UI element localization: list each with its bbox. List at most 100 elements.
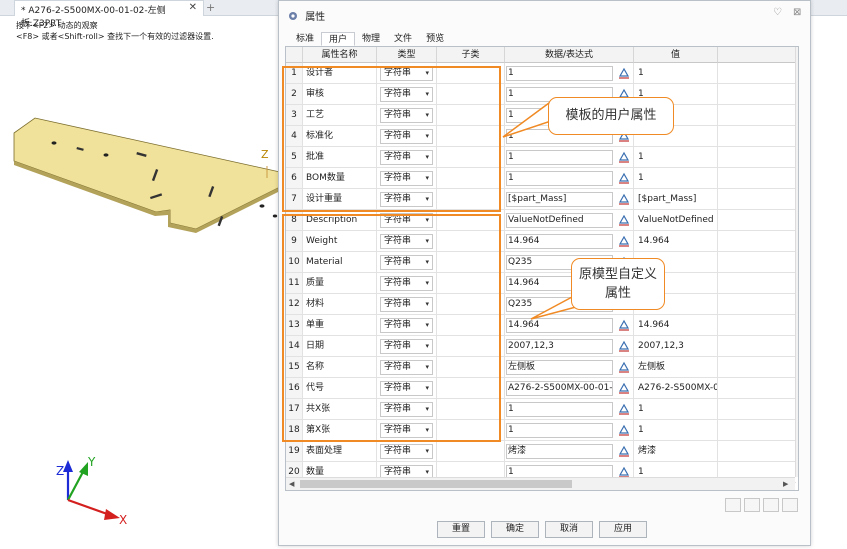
expression-cell: 1 — [505, 399, 634, 420]
value-text: 1 — [638, 467, 644, 477]
value-text: 14.964 — [638, 320, 670, 330]
row-filler — [718, 147, 796, 168]
row-filler — [718, 378, 796, 399]
value-cell: 1 — [634, 399, 718, 420]
value-cell: 1 — [634, 63, 718, 84]
row-filler — [718, 315, 796, 336]
row-filler — [718, 441, 796, 462]
header-name[interactable]: 属性名称 — [303, 47, 377, 63]
expression-edit-icon[interactable] — [618, 445, 630, 457]
close-icon[interactable]: ⊠ — [793, 7, 801, 18]
row-filler — [718, 420, 796, 441]
row-filler — [718, 189, 796, 210]
property-name-cell[interactable]: 表面处理 — [303, 441, 377, 462]
reset-button[interactable]: 重置 — [437, 521, 485, 538]
ok-button[interactable]: 确定 — [491, 521, 539, 538]
expression-input[interactable]: A276-2-S500MX-00-01-02 — [506, 381, 613, 396]
expression-input[interactable]: 14.964 — [506, 234, 613, 249]
export-excel-icon[interactable] — [782, 498, 798, 512]
header-type[interactable]: 类型 — [377, 47, 437, 63]
expression-cell: 左侧板 — [505, 357, 634, 378]
help-icon[interactable]: ♡ — [773, 7, 782, 18]
cancel-button[interactable]: 取消 — [545, 521, 593, 538]
expression-input[interactable]: 2007,12,3 — [506, 339, 613, 354]
expression-edit-icon[interactable] — [618, 319, 630, 331]
expression-edit-icon[interactable] — [618, 235, 630, 247]
save-folder-icon[interactable] — [763, 498, 779, 512]
expression-edit-icon[interactable] — [618, 403, 630, 415]
expression-edit-icon[interactable] — [618, 193, 630, 205]
value-text: 14.964 — [638, 236, 670, 246]
expression-input[interactable]: [$part_Mass] — [506, 192, 613, 207]
row-filler — [718, 294, 796, 315]
chevron-down-icon: ▾ — [425, 447, 429, 455]
expression-cell: 烤漆 — [505, 441, 634, 462]
horizontal-scrollbar[interactable]: ◀ ▶ — [286, 477, 795, 490]
value-text: ValueNotDefined — [638, 215, 714, 225]
expression-input[interactable]: 1 — [506, 150, 613, 165]
axis-y-label: Y — [88, 455, 96, 469]
close-icon[interactable]: ✕ — [189, 2, 197, 13]
subtype-cell[interactable] — [437, 441, 505, 462]
expression-edit-icon[interactable] — [618, 424, 630, 436]
expression-edit-icon[interactable] — [618, 340, 630, 352]
row-filler — [718, 357, 796, 378]
value-cell: 2007,12,3 — [634, 336, 718, 357]
row-index: 19 — [286, 441, 303, 462]
header-filler — [718, 47, 796, 63]
type-select-value: 字符串 — [384, 467, 412, 477]
expression-input[interactable]: 烤漆 — [506, 444, 613, 459]
add-property-icon[interactable] — [725, 498, 741, 512]
horizontal-scroll-thumb[interactable] — [300, 480, 572, 488]
document-tab[interactable]: * A276-2-S500MX-00-01-02-左侧板.Z3PRT ✕ — [14, 0, 204, 29]
row-filler — [718, 84, 796, 105]
tab-physical[interactable]: 物理 — [355, 32, 387, 46]
open-folder-icon[interactable] — [744, 498, 760, 512]
properties-dialog: 属性 ♡ ⊠ 标准 用户 物理 文件 预览 属性名称 类型 子类 数据/表达式 … — [278, 0, 811, 546]
properties-icon — [289, 12, 297, 20]
value-cell: 1 — [634, 420, 718, 441]
expression-edit-icon[interactable] — [618, 361, 630, 373]
value-text: 1 — [638, 152, 644, 162]
tab-standard[interactable]: 标准 — [289, 32, 321, 46]
part-model — [13, 117, 281, 233]
scroll-right-icon[interactable]: ▶ — [783, 480, 788, 488]
value-text: 左侧板 — [638, 362, 666, 372]
expression-edit-icon[interactable] — [618, 67, 630, 79]
expression-input[interactable]: 1 — [506, 423, 613, 438]
header-index — [286, 47, 303, 63]
expression-input[interactable]: ValueNotDefined — [506, 213, 613, 228]
expression-input[interactable]: 左侧板 — [506, 360, 613, 375]
expression-cell: 1 — [505, 63, 634, 84]
expression-edit-icon[interactable] — [618, 172, 630, 184]
callout-orig-props: 原模型自定义属性 — [571, 258, 665, 310]
apply-button[interactable]: 应用 — [599, 521, 647, 538]
type-select[interactable]: 字符串 ▾ — [380, 444, 433, 459]
type-select-value: 字符串 — [384, 446, 412, 456]
tab-preview[interactable]: 预览 — [419, 32, 451, 46]
header-subtype[interactable]: 子类 — [437, 47, 505, 63]
tab-file[interactable]: 文件 — [387, 32, 419, 46]
expression-edit-icon[interactable] — [618, 382, 630, 394]
expression-cell: 1 — [505, 420, 634, 441]
add-tab-icon[interactable]: + — [206, 1, 215, 14]
expression-input[interactable]: 1 — [506, 402, 613, 417]
expression-edit-icon[interactable] — [618, 151, 630, 163]
value-text: 1 — [638, 68, 644, 78]
vertical-scrollbar[interactable]: ▲ ▼ — [795, 47, 799, 477]
value-cell: 1 — [634, 147, 718, 168]
expression-cell: ValueNotDefined — [505, 210, 634, 231]
vertical-scroll-thumb[interactable] — [798, 61, 799, 417]
expression-input[interactable]: 1 — [506, 171, 613, 186]
3d-viewport[interactable]: Z Z Y X — [0, 16, 281, 546]
expression-edit-icon[interactable] — [618, 214, 630, 226]
header-expression[interactable]: 数据/表达式 — [505, 47, 634, 63]
expression-cell: 1 — [505, 147, 634, 168]
header-value[interactable]: 值 — [634, 47, 718, 63]
scroll-left-icon[interactable]: ◀ — [289, 480, 294, 488]
expression-input[interactable]: 1 — [506, 66, 613, 81]
value-cell: 左侧板 — [634, 357, 718, 378]
row-filler — [718, 399, 796, 420]
table-row[interactable]: 19 表面处理 字符串 ▾ 烤漆 烤漆 — [286, 441, 796, 462]
tab-user[interactable]: 用户 — [321, 32, 356, 46]
